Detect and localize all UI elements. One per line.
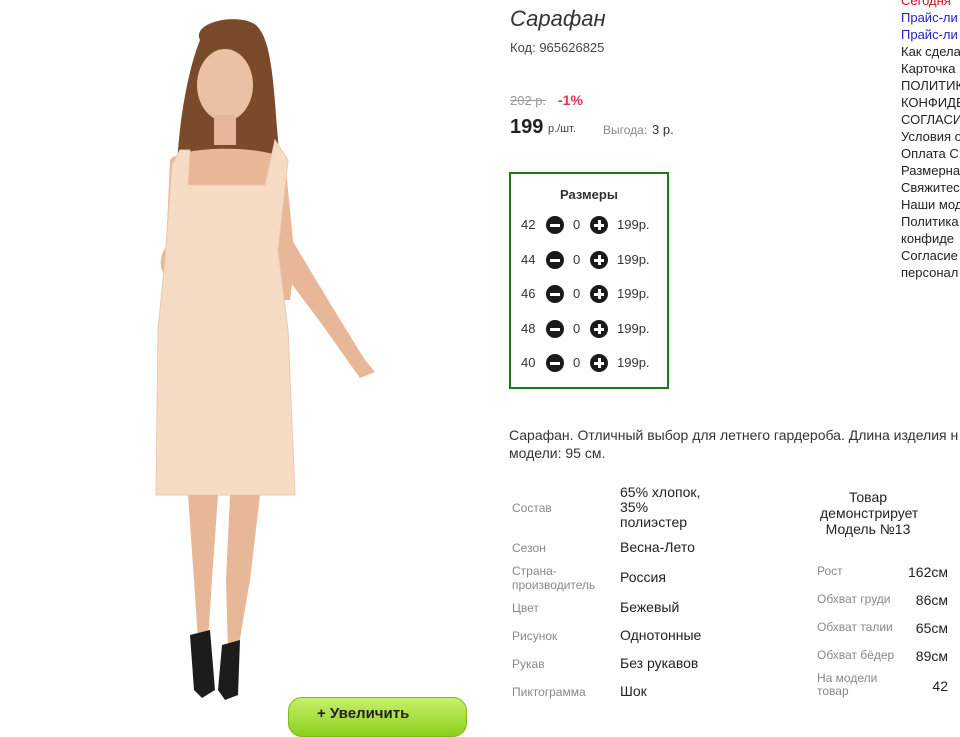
property-label: Рукав: [512, 657, 545, 671]
model-param-label: Рост: [817, 564, 843, 578]
model-title: Товар демонстрирует Модель №13: [820, 489, 919, 537]
property-label: Рисунок: [512, 629, 558, 643]
right-link[interactable]: Прайс-ли: [901, 26, 960, 43]
plus-icon[interactable]: [590, 216, 608, 234]
quantity-value: 0: [573, 355, 581, 370]
property-value: Весна-Лето: [620, 539, 695, 555]
property-label: Состав: [512, 501, 552, 515]
right-link[interactable]: Политика: [901, 213, 960, 230]
plus-icon[interactable]: [590, 251, 608, 269]
quantity-value: 0: [573, 321, 581, 336]
plus-icon[interactable]: [590, 320, 608, 338]
description-line: модели: 95 см.: [509, 445, 606, 461]
size-row: 48 0 199р.: [511, 319, 667, 339]
size-row: 44 0 199р.: [511, 250, 667, 270]
right-link[interactable]: СОГЛАСИ: [901, 111, 960, 128]
property-label: Пиктограмма: [512, 685, 586, 699]
size-price: 199р.: [617, 217, 650, 232]
size-price: 199р.: [617, 286, 650, 301]
minus-icon[interactable]: [546, 285, 564, 303]
product-code: Код: 965626825: [510, 40, 605, 55]
discount-badge: -1%: [558, 92, 583, 108]
minus-icon[interactable]: [546, 251, 564, 269]
right-link[interactable]: КОНФИДЕ: [901, 94, 960, 111]
product-description: Сарафан. Отличный выбор для летнего гард…: [509, 426, 960, 462]
right-link[interactable]: Свяжитес: [901, 179, 960, 196]
quantity-value: 0: [573, 286, 581, 301]
quantity-value: 0: [573, 252, 581, 267]
sizes-box: Размеры 42 0 199р. 44 0 199р. 46 0 199р.…: [509, 172, 669, 389]
size-row: 42 0 199р.: [511, 215, 667, 235]
size-label: 44: [521, 252, 536, 267]
property-value: Однотонные: [620, 627, 702, 643]
right-link[interactable]: Как сдела: [901, 43, 960, 60]
current-price: 199: [510, 116, 544, 138]
right-link[interactable]: Размерна: [901, 162, 960, 179]
right-links-list: Сегодня Прайс-ли Прайс-ли Как сдела Карт…: [901, 0, 960, 281]
size-price: 199р.: [617, 252, 650, 267]
right-link[interactable]: конфиде: [901, 230, 960, 247]
product-photo[interactable]: [110, 0, 480, 715]
size-label: 40: [521, 355, 536, 370]
zoom-button[interactable]: + Увеличить: [288, 697, 467, 737]
model-param-value: 162см: [908, 564, 948, 580]
old-price: 202 р.: [510, 93, 547, 108]
size-price: 199р.: [617, 321, 650, 336]
right-link[interactable]: ПОЛИТИК: [901, 77, 960, 94]
zoom-button-label: + Увеличить: [317, 705, 410, 722]
plus-icon[interactable]: [590, 354, 608, 372]
model-param-value: 89см: [915, 648, 948, 664]
price-unit: р./шт.: [548, 123, 576, 135]
size-label: 42: [521, 217, 536, 232]
benefit-label: Выгода:: [603, 123, 648, 137]
size-label: 48: [521, 321, 536, 336]
right-link[interactable]: Сегодня: [901, 0, 960, 9]
right-link[interactable]: Карточка: [901, 60, 960, 77]
size-row: 46 0 199р.: [511, 284, 667, 304]
property-value: Без рукавов: [620, 655, 699, 671]
right-link[interactable]: Согласие: [901, 247, 960, 264]
property-label: Страна-производитель: [512, 564, 596, 592]
property-value: Бежевый: [620, 599, 680, 615]
size-label: 46: [521, 286, 536, 301]
size-price: 199р.: [617, 355, 650, 370]
right-link[interactable]: Наши мод: [901, 196, 960, 213]
minus-icon[interactable]: [546, 354, 564, 372]
quantity-value: 0: [573, 217, 581, 232]
property-label: Сезон: [512, 541, 546, 555]
property-value: Россия: [620, 569, 666, 585]
benefit-value: 3 р.: [652, 122, 674, 137]
model-param-label: Обхват бёдер: [817, 648, 895, 662]
model-param-value: 42: [932, 678, 948, 694]
sizes-title: Размеры: [560, 187, 618, 202]
model-param-value: 65см: [915, 620, 948, 636]
model-param-label: Обхват груди: [817, 592, 891, 606]
model-param-value: 86см: [915, 592, 948, 608]
property-value: Шок: [620, 683, 647, 699]
right-link[interactable]: персонал: [901, 264, 960, 281]
right-link[interactable]: Оплата С: [901, 145, 960, 162]
property-value: 65% хлопок, 35% полиэстер: [620, 484, 701, 530]
minus-icon[interactable]: [546, 216, 564, 234]
description-line: Сарафан. Отличный выбор для летнего гард…: [509, 427, 959, 443]
model-param-label: Обхват талии: [817, 620, 893, 634]
model-param-label: На модели товар: [817, 671, 878, 698]
right-link[interactable]: Условия о: [901, 128, 960, 145]
right-link[interactable]: Прайс-ли: [901, 9, 960, 26]
minus-icon[interactable]: [546, 320, 564, 338]
product-title: Сарафан: [510, 6, 606, 31]
plus-icon[interactable]: [590, 285, 608, 303]
property-label: Цвет: [512, 601, 539, 615]
size-row: 40 0 199р.: [511, 353, 667, 373]
